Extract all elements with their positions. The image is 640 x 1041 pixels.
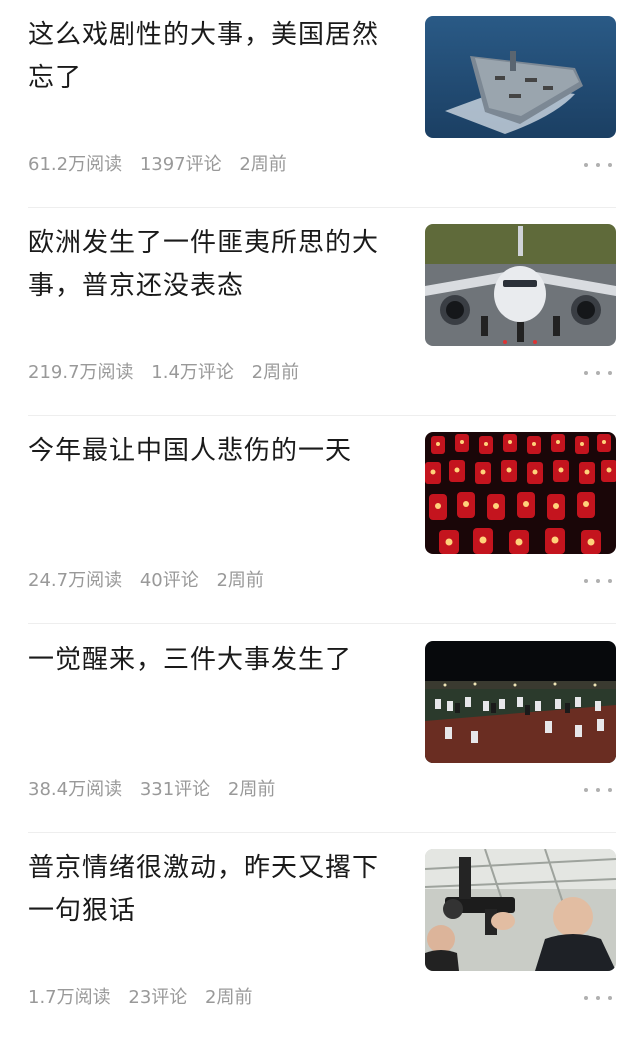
article-title[interactable]: 今年最让中国人悲伤的一天 xyxy=(28,430,398,473)
read-count: 219.7万阅读 xyxy=(28,362,134,383)
article-title[interactable]: 这么戏剧性的大事，美国居然忘了 xyxy=(28,14,398,100)
news-feed: 这么戏剧性的大事，美国居然忘了 61.2万阅读 1397评论 2周前 欧洲发生了… xyxy=(0,0,640,1013)
article-thumbnail[interactable] xyxy=(425,849,616,971)
publish-time: 2周前 xyxy=(239,154,287,175)
feed-item[interactable]: 这么戏剧性的大事，美国居然忘了 61.2万阅读 1397评论 2周前 xyxy=(0,0,640,208)
article-meta: 219.7万阅读 1.4万评论 2周前 xyxy=(28,360,311,386)
article-meta: 38.4万阅读 331评论 2周前 xyxy=(28,777,287,803)
article-title[interactable]: 一觉醒来，三件大事发生了 xyxy=(28,639,398,682)
comment-count: 1397评论 xyxy=(139,154,222,175)
article-thumbnail[interactable] xyxy=(425,224,616,346)
more-options-icon[interactable] xyxy=(584,777,612,803)
divider xyxy=(28,623,616,624)
read-count: 1.7万阅读 xyxy=(28,987,111,1008)
more-options-icon[interactable] xyxy=(584,985,612,1011)
read-count: 24.7万阅读 xyxy=(28,570,123,591)
article-thumbnail[interactable] xyxy=(425,16,616,138)
more-options-icon[interactable] xyxy=(584,360,612,386)
comment-count: 23评论 xyxy=(128,987,188,1008)
publish-time: 2周前 xyxy=(251,362,300,383)
article-meta: 1.7万阅读 23评论 2周前 xyxy=(28,985,264,1011)
feed-item[interactable]: 一觉醒来，三件大事发生了 38.4万阅读 331评论 2周前 xyxy=(0,625,640,833)
article-thumbnail[interactable] xyxy=(425,432,616,554)
publish-time: 2周前 xyxy=(227,779,276,800)
crowd-at-night-image xyxy=(425,641,616,763)
airplane-image xyxy=(425,224,616,346)
comment-count: 1.4万评论 xyxy=(151,362,234,383)
aircraft-carrier-image xyxy=(425,16,616,138)
read-count: 38.4万阅读 xyxy=(28,779,123,800)
comment-count: 331评论 xyxy=(139,779,211,800)
candles-image xyxy=(425,432,616,554)
article-meta: 24.7万阅读 40评论 2周前 xyxy=(28,568,276,594)
article-title[interactable]: 普京情绪很激动，昨天又撂下一句狠话 xyxy=(28,847,398,933)
feed-item[interactable]: 欧洲发生了一件匪夷所思的大事，普京还没表态 219.7万阅读 1.4万评论 2周… xyxy=(0,208,640,416)
article-title[interactable]: 欧洲发生了一件匪夷所思的大事，普京还没表态 xyxy=(28,222,398,308)
feed-item[interactable]: 今年最让中国人悲伤的一天 24.7万阅读 40评论 2周前 xyxy=(0,416,640,624)
man-with-gun-image xyxy=(425,849,616,971)
read-count: 61.2万阅读 xyxy=(28,154,123,175)
more-options-icon[interactable] xyxy=(584,152,612,178)
article-meta: 61.2万阅读 1397评论 2周前 xyxy=(28,152,299,178)
feed-item[interactable]: 普京情绪很激动，昨天又撂下一句狠话 1.7万阅读 23评论 2周前 xyxy=(0,833,640,1041)
publish-time: 2周前 xyxy=(205,987,253,1008)
publish-time: 2周前 xyxy=(216,570,264,591)
comment-count: 40评论 xyxy=(139,570,199,591)
more-options-icon[interactable] xyxy=(584,568,612,594)
article-thumbnail[interactable] xyxy=(425,641,616,763)
